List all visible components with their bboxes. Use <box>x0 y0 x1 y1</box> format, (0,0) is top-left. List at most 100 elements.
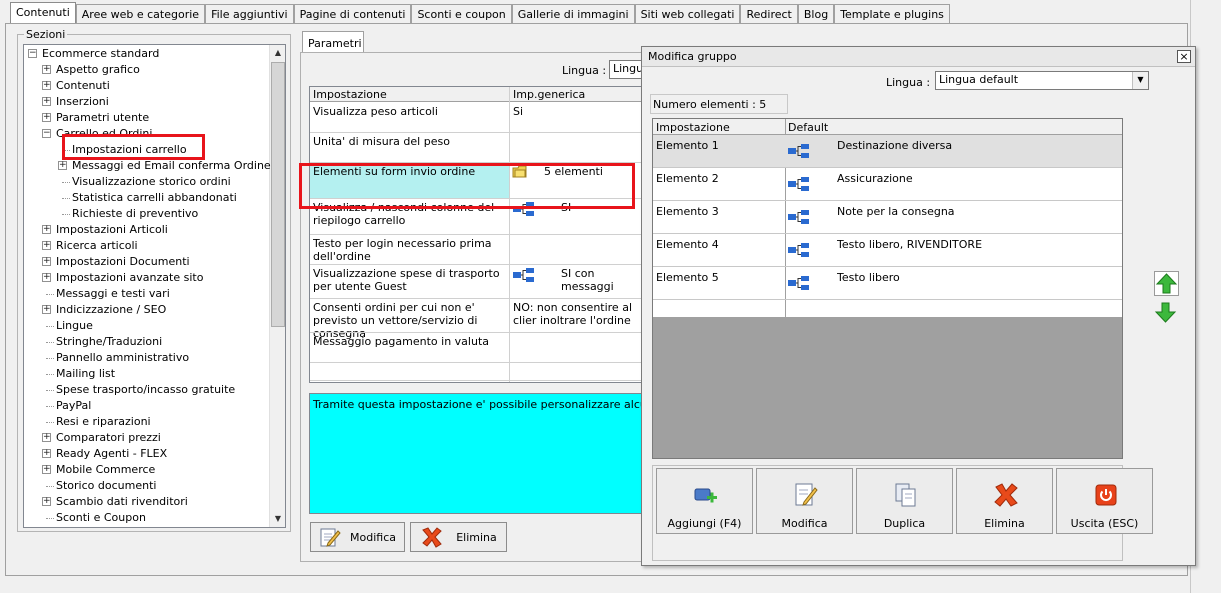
tree-item-inserzioni[interactable]: Inserzioni <box>56 94 109 110</box>
tab-gallerie-di-immagini[interactable]: Gallerie di immagini <box>511 4 635 24</box>
duplicate-button[interactable]: Duplica <box>856 468 953 534</box>
params-row-setting[interactable]: Visualizza peso articoli <box>313 105 506 118</box>
dialog-row-value[interactable]: Note per la consegna <box>837 205 955 218</box>
tree-item-paypal[interactable]: PayPal <box>56 398 91 414</box>
chevron-down-icon[interactable]: ▼ <box>1132 72 1148 89</box>
expand-icon[interactable]: + <box>42 497 51 506</box>
tree-item-ricerca-articoli[interactable]: Ricerca articoli <box>56 238 138 254</box>
scroll-thumb[interactable] <box>271 62 285 327</box>
tree-item-storico-documenti[interactable]: Storico documenti <box>56 478 156 494</box>
tree-item-aspetto-grafico[interactable]: Aspetto grafico <box>56 62 140 78</box>
expand-icon[interactable]: + <box>42 465 51 474</box>
tree-item-comparatori-prezzi[interactable]: Comparatori prezzi <box>56 430 161 446</box>
edit-button[interactable]: Modifica <box>756 468 853 534</box>
dialog-row-setting[interactable]: Elemento 1 <box>656 139 719 152</box>
tree-item-impostazioni-avanzate-sito[interactable]: Impostazioni avanzate sito <box>56 270 203 286</box>
row-divider <box>653 233 1122 234</box>
add-button[interactable]: Aggiungi (F4) <box>656 468 753 534</box>
tree-connector <box>62 182 70 183</box>
params-row-setting[interactable]: Visualizzazione spese di trasporto per u… <box>313 267 506 293</box>
duplicate-label: Duplica <box>883 517 926 530</box>
scroll-down-icon[interactable]: ▼ <box>270 511 285 527</box>
tab-contenuti[interactable]: Contenuti <box>10 2 76 24</box>
expand-icon[interactable]: + <box>42 273 51 282</box>
tab-sconti-e-coupon[interactable]: Sconti e coupon <box>411 4 512 24</box>
move-up-button[interactable] <box>1154 271 1179 296</box>
expand-icon[interactable]: + <box>42 97 51 106</box>
params-row-setting[interactable]: Messaggio pagamento in valuta <box>313 335 506 348</box>
tree-item-parametri-utente[interactable]: Parametri utente <box>56 110 149 126</box>
tree-scrollbar[interactable]: ▲ ▼ <box>269 45 285 527</box>
params-row-setting[interactable]: Testo per login necessario prima dell'or… <box>313 237 506 263</box>
exit-button[interactable]: Uscita (ESC) <box>1056 468 1153 534</box>
params-row-value[interactable]: SI con messaggi <box>561 267 644 293</box>
tab-template-e-plugins[interactable]: Template e plugins <box>834 4 950 24</box>
tree-item-messaggi-ed-email-conferma-ordine[interactable]: Messaggi ed Email conferma Ordine <box>72 158 271 174</box>
expand-icon[interactable]: + <box>42 65 51 74</box>
tree-item-spese-trasporto-incasso-gratuite[interactable]: Spese trasporto/incasso gratuite <box>56 382 235 398</box>
dialog-row-setting[interactable]: Elemento 5 <box>656 271 719 284</box>
dialog-row-setting[interactable]: Elemento 2 <box>656 172 719 185</box>
tree-item-ecommerce-standard[interactable]: Ecommerce standard <box>42 46 159 62</box>
edit-icon <box>320 528 341 547</box>
params-row-setting[interactable]: Unita' di misura del peso <box>313 135 506 148</box>
hierarchy-icon <box>788 276 809 290</box>
tree-item-messaggi-e-testi-vari[interactable]: Messaggi e testi vari <box>56 286 170 302</box>
tree-item-lingue[interactable]: Lingue <box>56 318 93 334</box>
tree-item-ready-agenti-flex[interactable]: Ready Agenti - FLEX <box>56 446 167 462</box>
tree-item-visualizzazione-storico-ordini[interactable]: Visualizzazione storico ordini <box>72 174 231 190</box>
tab-pagine-di-contenuti[interactable]: Pagine di contenuti <box>293 4 412 24</box>
tree-item-impostazioni-articoli[interactable]: Impostazioni Articoli <box>56 222 168 238</box>
dialog-row-setting[interactable]: Elemento 3 <box>656 205 719 218</box>
expand-icon[interactable]: + <box>42 449 51 458</box>
tab-aree-web-e-categorie[interactable]: Aree web e categorie <box>75 4 206 24</box>
move-down-button[interactable] <box>1154 301 1179 326</box>
expand-icon[interactable]: + <box>58 161 67 170</box>
tree-item-scambio-dati-rivenditori[interactable]: Scambio dati rivenditori <box>56 494 188 510</box>
expand-icon[interactable]: + <box>42 113 51 122</box>
tree-item-pannello-amministrativo[interactable]: Pannello amministrativo <box>56 350 189 366</box>
expand-icon[interactable]: + <box>42 305 51 314</box>
tree-item-richieste-di-preventivo[interactable]: Richieste di preventivo <box>72 206 198 222</box>
tree-item-resi-e-riparazioni[interactable]: Resi e riparazioni <box>56 414 151 430</box>
tree-item-sconti-e-coupon[interactable]: Sconti e Coupon <box>56 510 146 526</box>
tree-item-stringhe-traduzioni[interactable]: Stringhe/Traduzioni <box>56 334 162 350</box>
expand-icon[interactable]: + <box>42 225 51 234</box>
params-row-value[interactable]: NO: non consentire al clier inoltrare l'… <box>513 301 644 327</box>
tree-item-contenuti[interactable]: Contenuti <box>56 78 110 94</box>
close-icon[interactable]: × <box>1177 50 1191 63</box>
params-col-setting: Impostazione <box>313 88 387 101</box>
tab-parametri[interactable]: Parametri <box>302 31 364 53</box>
delete-button[interactable]: Elimina <box>956 468 1053 534</box>
scroll-up-icon[interactable]: ▲ <box>270 45 285 61</box>
tree-item-impostazioni-documenti[interactable]: Impostazioni Documenti <box>56 254 190 270</box>
tab-blog[interactable]: Blog <box>797 4 835 24</box>
expand-icon[interactable]: + <box>42 241 51 250</box>
sections-tree[interactable]: ▲ ▼ − Ecommerce standard + Aspetto grafico +… <box>23 44 286 528</box>
tree-item-mobile-commerce[interactable]: Mobile Commerce <box>56 462 155 478</box>
dialog-lingua-select[interactable]: Lingua default ▼ <box>935 71 1149 90</box>
tree-item-mailing-list[interactable]: Mailing list <box>56 366 115 382</box>
tab-siti-web-collegati[interactable]: Siti web collegati <box>634 4 741 24</box>
row-divider <box>653 266 1122 267</box>
dialog-row-value[interactable]: Testo libero, RIVENDITORE <box>837 238 982 251</box>
params-edit-button[interactable]: Modifica <box>310 522 405 552</box>
tree-item-statistica-carrelli-abbandonati[interactable]: Statistica carrelli abbandonati <box>72 190 237 206</box>
highlight-grid-row <box>299 163 635 209</box>
params-row-value[interactable]: Si <box>513 105 644 118</box>
dialog-row-value[interactable]: Testo libero <box>837 271 900 284</box>
params-lingua-select[interactable]: Lingu <box>609 60 645 79</box>
expand-icon[interactable]: + <box>42 433 51 442</box>
tab-file-aggiuntivi[interactable]: File aggiuntivi <box>205 4 294 24</box>
tree-item-indicizzazione-seo[interactable]: Indicizzazione / SEO <box>56 302 166 318</box>
params-delete-button[interactable]: Elimina <box>410 522 507 552</box>
collapse-icon[interactable]: − <box>42 129 51 138</box>
params-edit-label: Modifica <box>350 530 396 544</box>
collapse-icon[interactable]: − <box>28 49 37 58</box>
dialog-row-value[interactable]: Assicurazione <box>837 172 913 185</box>
expand-icon[interactable]: + <box>42 257 51 266</box>
expand-icon[interactable]: + <box>42 81 51 90</box>
dialog-row-setting[interactable]: Elemento 4 <box>656 238 719 251</box>
tab-redirect[interactable]: Redirect <box>740 4 798 24</box>
dialog-row-value[interactable]: Destinazione diversa <box>837 139 952 152</box>
